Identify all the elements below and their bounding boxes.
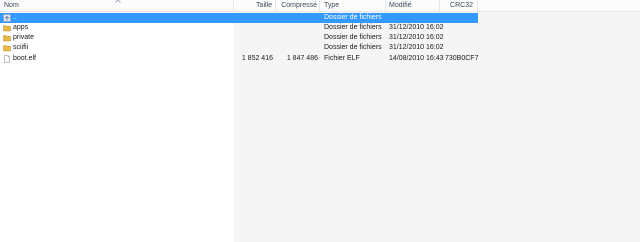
row-type: Dossier de fichiers	[324, 34, 382, 41]
column-header-type[interactable]: Type	[320, 0, 386, 11]
row-modified: 31/12/2010 16:02	[389, 34, 444, 41]
row-name: ..	[13, 14, 17, 21]
row-size: 1 852 416	[241, 55, 273, 62]
table-row-sciifii[interactable]: sciifii Dossier de fichiers 31/12/2010 1…	[0, 43, 478, 53]
row-name: boot.elf	[13, 55, 36, 62]
sort-ascending-icon	[115, 0, 121, 3]
table-row-apps[interactable]: apps Dossier de fichiers 31/12/2010 16:0…	[0, 23, 478, 33]
row-name: sciifii	[13, 44, 29, 51]
column-header-crc[interactable]: CRC32	[440, 0, 478, 11]
folder-icon	[3, 25, 11, 32]
column-header-modified-label: Modifié	[389, 2, 412, 9]
file-list[interactable]: Nom Taille Compressé Type Modifié CRC32 …	[0, 0, 640, 242]
column-header-type-label: Type	[324, 2, 340, 9]
folder-icon	[3, 35, 11, 42]
row-type: Dossier de fichiers	[324, 24, 382, 31]
column-header-modified[interactable]: Modifié	[386, 0, 440, 11]
folder-icon	[3, 45, 11, 52]
row-modified: 31/12/2010 16:02	[389, 24, 444, 31]
table-row-private[interactable]: private Dossier de fichiers 31/12/2010 1…	[0, 33, 478, 43]
row-crc: 730B0CF7	[445, 55, 479, 62]
column-header-name[interactable]: Nom	[0, 0, 234, 11]
column-header-crc-label: CRC32	[450, 2, 473, 9]
column-header-compressed-label: Compressé	[281, 2, 317, 9]
row-modified: 14/08/2010 16:43	[389, 55, 444, 62]
table-row-parent[interactable]: .. Dossier de fichiers	[0, 13, 478, 23]
row-type: Fichier ELF	[324, 55, 360, 62]
column-header-name-label: Nom	[4, 2, 19, 9]
up-folder-icon	[3, 14, 11, 22]
row-type: Dossier de fichiers	[324, 44, 382, 51]
table-row-boot-elf[interactable]: boot.elf 1 852 416 1 847 486 Fichier ELF…	[0, 54, 478, 64]
row-compressed: 1 847 486	[286, 55, 318, 62]
column-header-bar: Nom Taille Compressé Type Modifié CRC32	[0, 0, 640, 12]
row-name: apps	[13, 24, 29, 31]
column-header-compressed[interactable]: Compressé	[276, 0, 320, 11]
column-header-size[interactable]: Taille	[234, 0, 276, 11]
file-icon	[4, 55, 10, 63]
row-name: private	[13, 34, 35, 41]
column-header-size-label: Taille	[256, 2, 272, 9]
row-modified: 31/12/2010 16:02	[389, 44, 444, 51]
row-type: Dossier de fichiers	[324, 14, 382, 21]
